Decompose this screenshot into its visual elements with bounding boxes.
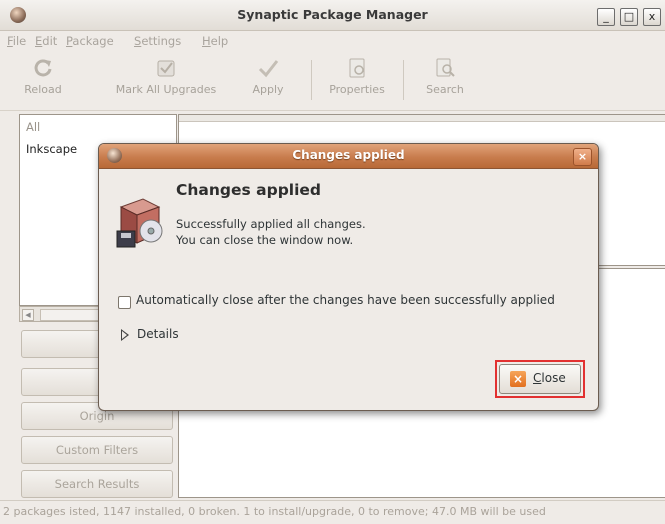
properties-icon	[349, 58, 365, 78]
menu-file[interactable]: File	[7, 34, 26, 48]
menu-bar: File Edit Package Settings Help	[0, 31, 665, 53]
custom-filters-button[interactable]: Custom Filters	[21, 436, 173, 464]
package-install-icon	[116, 198, 163, 248]
scroll-left-icon[interactable]: ◀	[22, 309, 34, 321]
toolbar-separator	[403, 60, 404, 100]
close-icon: ×	[510, 371, 526, 387]
dialog-heading: Changes applied	[176, 181, 322, 199]
details-expander-icon[interactable]	[121, 329, 129, 341]
changes-applied-dialog: Changes applied × Changes applied Succes…	[98, 143, 599, 411]
dialog-title-bar: Changes applied ×	[99, 144, 598, 169]
maximize-button[interactable]: □	[620, 8, 638, 26]
close-button[interactable]: × Close	[499, 364, 581, 394]
apply-button[interactable]: Apply	[246, 56, 290, 96]
search-icon	[436, 58, 455, 77]
dialog-title: Changes applied	[292, 148, 405, 162]
filter-item-inkscape[interactable]: Inkscape	[26, 142, 77, 156]
properties-button[interactable]: Properties	[321, 56, 393, 96]
dialog-message: Successfully applied all changes. You ca…	[176, 217, 366, 247]
auto-close-checkbox[interactable]	[118, 296, 131, 309]
toolbar: Reload Mark All Upgrades Apply Propertie…	[0, 54, 665, 111]
menu-edit[interactable]: Edit	[35, 34, 57, 48]
search-results-button[interactable]: Search Results	[21, 470, 173, 498]
auto-close-label[interactable]: Automatically close after the changes ha…	[136, 293, 555, 307]
checkmark-icon	[258, 60, 279, 78]
menu-package[interactable]: Package	[66, 34, 114, 48]
mark-all-upgrades-button[interactable]: Mark All Upgrades	[104, 56, 228, 96]
close-button-label: Close	[533, 371, 566, 385]
status-text: 2 packages isted, 1147 installed, 0 brok…	[3, 505, 546, 518]
status-bar: 2 packages isted, 1147 installed, 0 brok…	[0, 500, 665, 524]
details-expander-label[interactable]: Details	[137, 327, 179, 341]
menu-help[interactable]: Help	[202, 34, 228, 48]
close-window-button[interactable]: x	[643, 8, 661, 26]
search-button[interactable]: Search	[419, 56, 471, 96]
reload-button[interactable]: Reload	[17, 56, 69, 96]
minimize-button[interactable]: _	[597, 8, 615, 26]
toolbar-separator	[311, 60, 312, 100]
menu-settings[interactable]: Settings	[134, 34, 181, 48]
scrollbar-thumb[interactable]	[40, 309, 102, 321]
filter-item-all[interactable]: All	[26, 120, 40, 134]
window-title: Synaptic Package Manager	[237, 7, 428, 22]
package-list-header	[179, 115, 665, 122]
title-bar: Synaptic Package Manager _ □ x	[0, 0, 665, 31]
mark-upgrades-icon	[157, 60, 175, 77]
dialog-close-x-button[interactable]: ×	[573, 148, 592, 166]
reload-icon	[34, 59, 52, 77]
